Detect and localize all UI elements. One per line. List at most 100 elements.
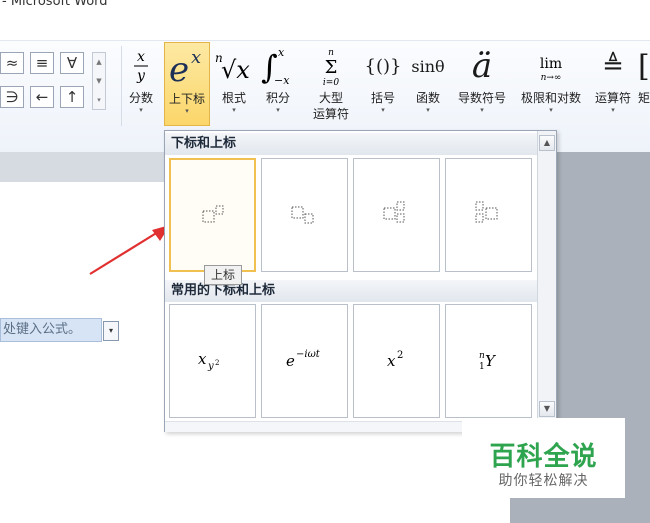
operator-label: 运算符 xyxy=(594,91,631,105)
integral-button[interactable]: ∫ x −x 积分 ▾ xyxy=(258,42,298,126)
script-icon: e x xyxy=(165,43,209,91)
svg-text:2: 2 xyxy=(397,350,403,361)
symbol-scroll-down-icon[interactable]: ▼ xyxy=(93,72,105,91)
radical-icon: n √x xyxy=(214,42,254,90)
accent-button[interactable]: ä 导数符号 ▾ xyxy=(452,42,512,126)
integral-glyph-upper: x xyxy=(278,46,285,59)
limit-log-button[interactable]: lim n→∞ 极限和对数 ▾ xyxy=(514,42,588,126)
script-dropdown-icon: ▾ xyxy=(185,107,189,115)
svg-text:−iωt: −iωt xyxy=(296,349,321,360)
svg-text:2: 2 xyxy=(215,359,219,367)
section-title-scripts: 下标和上标 xyxy=(165,133,537,155)
bracket-dropdown-icon: ▾ xyxy=(381,106,385,114)
fraction-label: 分数 xyxy=(128,91,153,105)
operator-icon: ≜ xyxy=(602,51,624,81)
script-label: 上下标 xyxy=(168,92,205,106)
bracket-label: 括号 xyxy=(370,91,395,105)
svg-text:1: 1 xyxy=(479,362,485,372)
left-subscript-superscript-tile[interactable] xyxy=(445,158,532,272)
accent-dropdown-icon: ▾ xyxy=(480,106,484,114)
gallery-scrollbar[interactable]: ▲ ▼ xyxy=(537,131,556,431)
radical-label: 根式 xyxy=(221,91,246,105)
radical-dropdown-icon: ▾ xyxy=(232,106,236,114)
symbol-up-arrow-button[interactable]: ↑ xyxy=(60,86,84,108)
svg-text:Y: Y xyxy=(485,352,497,370)
limit-icon: lim n→∞ xyxy=(514,42,588,90)
fraction-glyph-bottom: y xyxy=(136,68,146,84)
subscript-superscript-template-icon xyxy=(383,201,405,223)
sum-glyph-symbol: Σ xyxy=(325,57,338,78)
integral-label: 积分 xyxy=(265,91,290,105)
svg-text:x: x xyxy=(198,350,207,368)
limit-log-dropdown-icon: ▾ xyxy=(549,106,553,114)
common-script-e-power-tile[interactable]: e −iωt xyxy=(261,304,348,418)
accent-icon: ä xyxy=(471,46,493,86)
equation-placeholder[interactable]: 处键入公式。 xyxy=(0,318,102,342)
subscript-tile[interactable] xyxy=(261,158,348,272)
limit-glyph-sub: n→∞ xyxy=(541,73,562,83)
watermark-logo: 百科全说 助你轻松解决 xyxy=(462,418,625,498)
common-script-left-n-Y-icon: n 1 Y xyxy=(479,351,497,372)
left-subscript-superscript-template-icon xyxy=(475,201,498,223)
function-dropdown-icon: ▾ xyxy=(426,106,430,114)
function-label: 函数 xyxy=(415,91,440,105)
symbol-contains-button[interactable]: ∋ xyxy=(0,86,24,108)
symbol-left-arrow-button[interactable]: ← xyxy=(30,86,54,108)
equation-options-dropdown-icon[interactable]: ▾ xyxy=(103,321,119,341)
common-script-x-sub-y-sq-tile[interactable]: x y 2 xyxy=(169,304,256,418)
integral-glyph-lower: −x xyxy=(274,74,290,87)
superscript-tile[interactable] xyxy=(169,158,256,272)
matrix-label: 矩 xyxy=(638,91,650,105)
symbol-identical-button[interactable]: ≡ xyxy=(30,52,54,74)
summation-icon: n Σ i=0 xyxy=(302,42,360,90)
radical-button[interactable]: n √x 根式 ▾ xyxy=(214,42,254,126)
symbol-forall-button[interactable]: ∀ xyxy=(60,52,84,74)
script-glyph-sup: x xyxy=(191,47,201,68)
radical-glyph-body: √x xyxy=(221,56,250,84)
gallery-scroll-down-icon[interactable]: ▼ xyxy=(539,401,555,417)
ribbon-separator xyxy=(121,46,122,126)
fraction-button[interactable]: x y 分数 ▾ xyxy=(124,42,158,126)
symbol-approx-button[interactable]: ≈ xyxy=(0,52,24,74)
svg-text:e: e xyxy=(286,352,295,370)
gallery-scroll-up-icon[interactable]: ▲ xyxy=(539,135,555,151)
watermark-title: 百科全说 xyxy=(489,442,598,472)
large-operator-label-2: 运算符 xyxy=(312,107,349,121)
symbol-more-icon[interactable]: ▾ xyxy=(93,91,105,110)
subscript-template-icon xyxy=(291,206,314,224)
sum-glyph-lower: i=0 xyxy=(323,78,339,88)
svg-text:x: x xyxy=(387,352,396,370)
limit-log-label: 极限和对数 xyxy=(520,91,581,105)
fraction-icon: x y xyxy=(124,42,158,90)
common-script-x-sub-y-sq-icon: x y 2 xyxy=(198,350,219,372)
integral-dropdown-icon: ▾ xyxy=(276,106,280,114)
common-script-e-power-icon: e −iωt xyxy=(286,349,321,370)
svg-text:y: y xyxy=(207,361,214,372)
bracket-icon: {()} xyxy=(364,55,402,77)
operator-button[interactable]: ≜ 运算符 ▾ xyxy=(590,42,636,126)
accent-label: 导数符号 xyxy=(457,91,506,105)
operator-dropdown-icon: ▾ xyxy=(611,106,615,114)
matrix-button[interactable]: [ 矩 xyxy=(638,42,650,126)
integral-icon: ∫ x −x xyxy=(258,42,298,90)
bracket-button[interactable]: {()} 括号 ▾ xyxy=(364,42,402,126)
script-button[interactable]: e x 上下标 ▾ xyxy=(164,42,210,126)
script-glyph-base: e xyxy=(169,50,189,89)
symbol-scroll-up-icon[interactable]: ▲ xyxy=(93,53,105,72)
common-script-x-squared-tile[interactable]: x 2 xyxy=(353,304,440,418)
large-operator-label: 大型 xyxy=(318,91,343,105)
symbol-gallery-scrollbar[interactable]: ▲ ▼ ▾ xyxy=(92,52,106,110)
fraction-dropdown-icon: ▾ xyxy=(139,106,143,114)
matrix-icon: [ xyxy=(638,48,650,84)
watermark-subtitle: 助你轻松解决 xyxy=(498,473,589,489)
limit-glyph: lim xyxy=(540,56,562,72)
subscript-superscript-tile[interactable] xyxy=(353,158,440,272)
large-operator-button[interactable]: n Σ i=0 大型 运算符 xyxy=(302,42,360,126)
superscript-template-icon xyxy=(202,205,224,223)
red-arrow-icon xyxy=(89,225,170,275)
function-button[interactable]: sinθ 函数 ▾ xyxy=(406,42,450,126)
common-script-left-n-Y-tile[interactable]: n 1 Y xyxy=(445,304,532,418)
function-icon: sinθ xyxy=(411,56,445,76)
fraction-glyph-top: x xyxy=(137,49,145,65)
tooltip-superscript: 上标 xyxy=(204,265,242,285)
